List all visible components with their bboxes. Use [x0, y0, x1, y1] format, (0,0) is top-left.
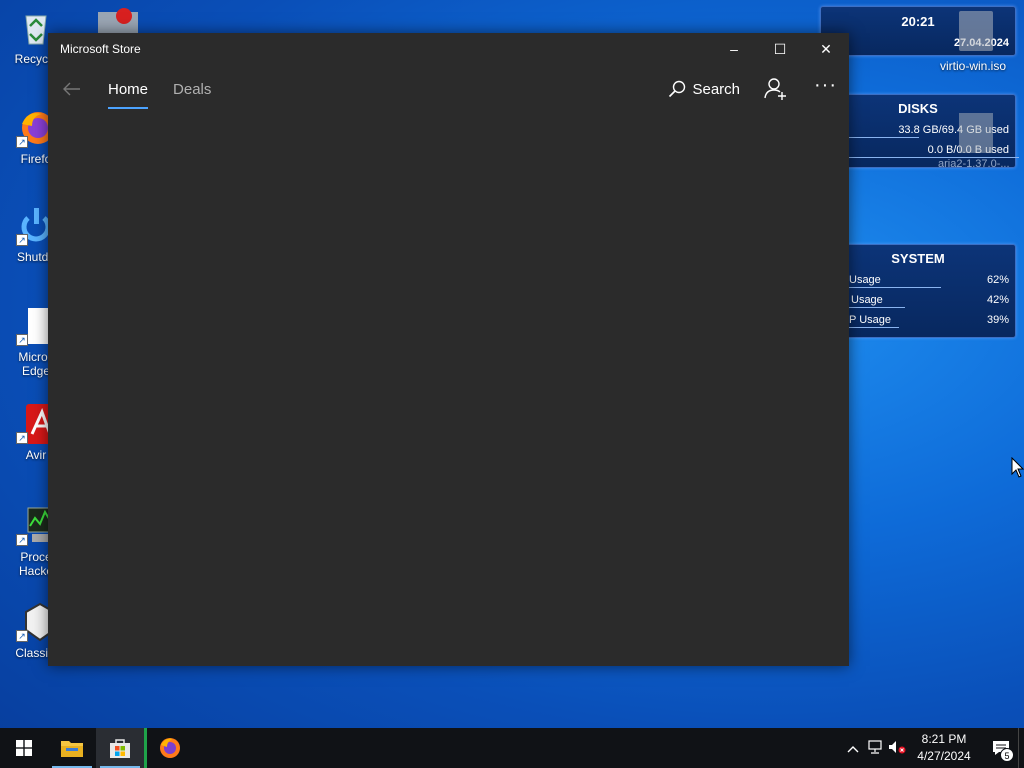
- shortcut-arrow-icon: ↗: [16, 630, 28, 642]
- shortcut-arrow-icon: ↗: [16, 136, 28, 148]
- taskbar-time: 8:21 PM: [921, 732, 967, 746]
- firefox-icon: [159, 738, 180, 758]
- maximize-button[interactable]: ☐: [757, 33, 803, 65]
- search-button[interactable]: Search: [668, 80, 740, 98]
- mouse-cursor-icon: [1011, 457, 1024, 478]
- installer-icon: [98, 8, 138, 36]
- system-usage-bar: [849, 327, 899, 328]
- microsoft-store-window[interactable]: Microsoft Store – ☐ ✕ Home Deals Search …: [48, 33, 849, 666]
- action-center-button[interactable]: 5: [984, 728, 1018, 768]
- minimize-button[interactable]: –: [711, 33, 757, 65]
- shortcut-arrow-icon: ↗: [16, 334, 28, 346]
- system-row-value: 62%: [986, 274, 1009, 286]
- taskbar-date: 4/27/2024: [917, 749, 971, 763]
- network-button[interactable]: [864, 739, 886, 757]
- chevron-up-icon: [847, 745, 859, 752]
- shortcut-arrow-icon: ↗: [16, 432, 28, 444]
- close-button[interactable]: ✕: [803, 33, 849, 65]
- title-bar[interactable]: Microsoft Store – ☐ ✕: [48, 33, 849, 65]
- store-nav-bar: Home Deals Search ···: [48, 65, 849, 113]
- folder-icon: [61, 741, 83, 757]
- clock-widget: 20:21 rday 27.04.2024: [820, 6, 1016, 56]
- speaker-muted-icon: [889, 740, 906, 753]
- window-title: Microsoft Store: [60, 42, 141, 56]
- add-user-icon: [764, 78, 787, 100]
- store-bag-icon: [110, 739, 130, 758]
- desktop-file-label[interactable]: aria2-1.37.0-...: [938, 158, 1010, 170]
- system-row: P Usage 39%: [821, 310, 1015, 330]
- store-content: [48, 113, 849, 666]
- system-usage-bar: [849, 287, 941, 288]
- system-row: Usage 42%: [821, 290, 1015, 310]
- system-usage-bar: [849, 307, 905, 308]
- tab-deals[interactable]: Deals: [173, 65, 211, 113]
- network-icon: [868, 739, 882, 754]
- archive-file-icon: [959, 113, 993, 153]
- back-button[interactable]: [48, 65, 96, 113]
- system-row: Usage 62%: [821, 270, 1015, 290]
- taskbar-clock[interactable]: 8:21 PM 4/27/2024: [914, 731, 974, 765]
- system-widget: SYSTEM Usage 62% Usage 42% P Usage 39%: [820, 244, 1016, 338]
- tab-home[interactable]: Home: [108, 65, 149, 113]
- desktop-file-label[interactable]: virtio-win.iso: [940, 59, 1006, 73]
- iso-file-icon: [959, 11, 993, 51]
- account-button[interactable]: [764, 77, 788, 101]
- system-row-value: 39%: [986, 314, 1009, 326]
- taskbar-firefox[interactable]: [144, 728, 192, 768]
- search-label: Search: [692, 80, 741, 98]
- nav-actions: Search ···: [668, 65, 837, 113]
- back-arrow-icon: [63, 82, 80, 96]
- search-icon: [669, 80, 686, 98]
- taskbar-file-explorer[interactable]: [48, 728, 96, 768]
- volume-button[interactable]: [886, 740, 908, 757]
- disk-usage-bar: [849, 137, 919, 138]
- shortcut-arrow-icon: ↗: [16, 534, 28, 546]
- system-tray: 8:21 PM 4/27/2024 5: [842, 728, 1024, 768]
- taskbar: 8:21 PM 4/27/2024 5: [0, 728, 1024, 768]
- show-desktop-button[interactable]: [1018, 728, 1024, 768]
- disks-widget: DISKS 33.8 GB/69.4 GB used 0.0 B/0.0 B u…: [820, 94, 1019, 168]
- show-hidden-icons-button[interactable]: [842, 741, 864, 756]
- notification-count-badge: 5: [1000, 748, 1014, 762]
- widget-title: SYSTEM: [891, 251, 945, 266]
- windows-logo-icon: [16, 740, 32, 756]
- desktop-icon-app[interactable]: [96, 6, 140, 36]
- start-button[interactable]: [0, 728, 48, 768]
- more-options-icon[interactable]: ···: [814, 75, 837, 98]
- system-row-value: 42%: [986, 294, 1009, 306]
- taskbar-microsoft-store[interactable]: [96, 728, 144, 768]
- shortcut-arrow-icon: ↗: [16, 234, 28, 246]
